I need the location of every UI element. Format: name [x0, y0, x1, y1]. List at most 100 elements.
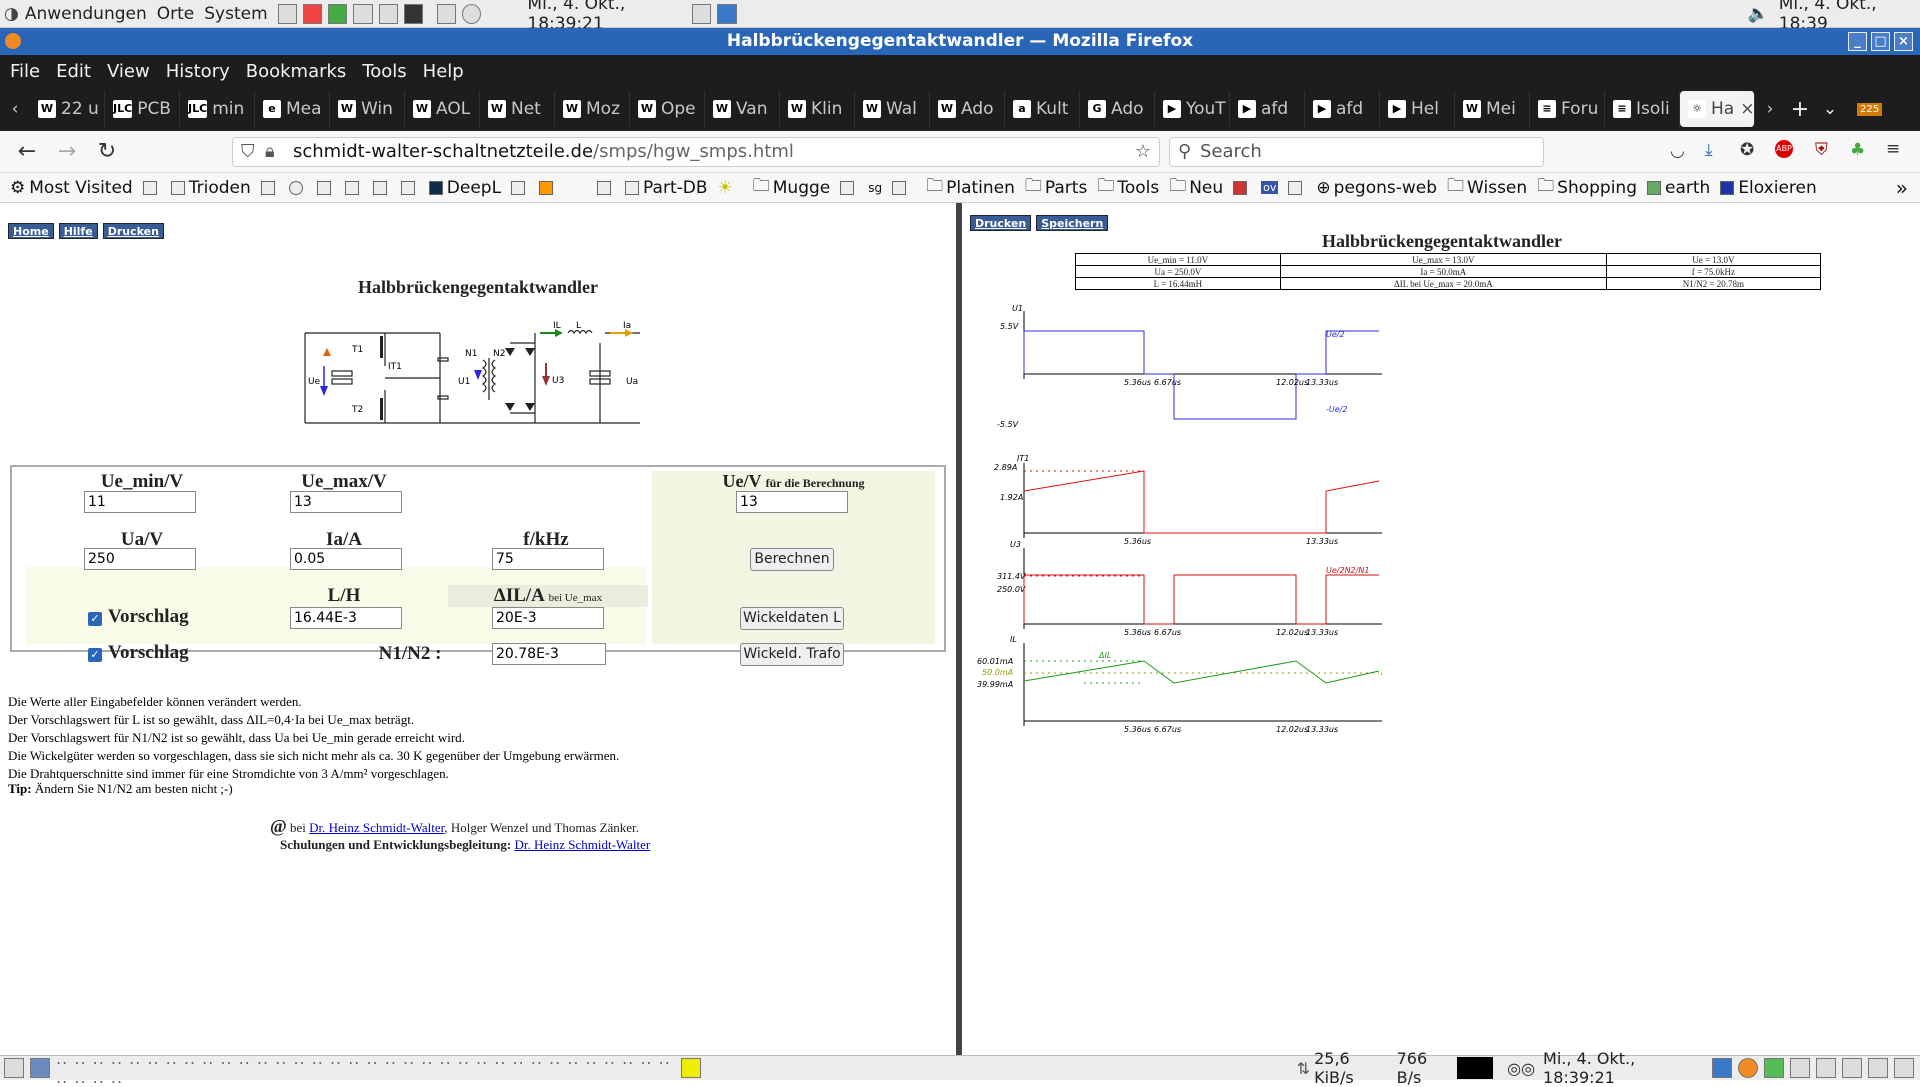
tab[interactable]: W Win — [330, 91, 405, 127]
tab[interactable]: W Van — [705, 91, 780, 127]
bookmark-folder[interactable]: 🗀 Tools — [1097, 173, 1159, 202]
tab[interactable]: ≡ Foru — [1530, 91, 1605, 127]
bookmark-item[interactable] — [316, 180, 335, 195]
bookmark-item[interactable] — [840, 180, 858, 195]
tab[interactable]: ▶ afd — [1305, 91, 1380, 127]
author-link[interactable]: Dr. Heinz Schmidt-Walter — [309, 820, 444, 835]
new-tab-button[interactable]: + — [1785, 97, 1815, 122]
bookmark-item[interactable]: Eloxieren — [1720, 178, 1817, 198]
home-button[interactable]: Home — [8, 223, 54, 239]
bookmark-item[interactable]: ov — [1261, 181, 1279, 194]
bookmarks-overflow-icon[interactable]: » — [1896, 176, 1908, 200]
ua-input[interactable] — [84, 548, 196, 570]
bookmark-item[interactable] — [142, 180, 161, 195]
tab[interactable]: a Kult — [1005, 91, 1080, 127]
tab[interactable]: ☼ Ha × — [1680, 91, 1755, 127]
print-button[interactable]: Drucken — [102, 223, 164, 239]
reload-button[interactable]: ↻ — [94, 139, 120, 165]
tab-scroll-right-icon[interactable]: › — [1755, 99, 1785, 119]
bookmark-item[interactable] — [597, 180, 615, 195]
bookmark-item[interactable]: DeepL — [428, 178, 501, 198]
training-link[interactable]: Dr. Heinz Schmidt-Walter — [514, 837, 650, 852]
tab[interactable]: JLC PCB — [105, 91, 180, 127]
tab[interactable]: W AOL — [405, 91, 480, 127]
folder-icon[interactable] — [1815, 1058, 1836, 1078]
extension-badge[interactable]: 225 — [1857, 102, 1883, 116]
ue-min-input[interactable] — [84, 491, 196, 513]
distro-icon[interactable]: ◑ — [4, 4, 19, 24]
show-desktop-icon[interactable] — [4, 1058, 25, 1078]
bookmark-folder[interactable]: 🗀 Shopping — [1537, 173, 1637, 202]
app-launcher-icon[interactable] — [378, 3, 398, 24]
n-ratio-input[interactable] — [492, 643, 606, 665]
tab[interactable]: W Net — [480, 91, 555, 127]
tab[interactable]: W 22 u — [30, 91, 105, 127]
window-list-icon[interactable] — [30, 1058, 51, 1078]
winding-data-l-button[interactable]: Wickeldaten L — [740, 607, 844, 630]
bookmark-item[interactable] — [1233, 180, 1251, 195]
l-input[interactable] — [290, 607, 402, 629]
menu-bookmarks[interactable]: Bookmarks — [246, 61, 347, 82]
ublock-icon[interactable]: ⛨ — [1815, 140, 1828, 160]
tab-scroll-left-icon[interactable]: ‹ — [0, 99, 30, 119]
window-titlebar[interactable]: Halbbrückengegentaktwandler — Mozilla Fi… — [0, 28, 1920, 55]
search-input[interactable]: ⚲ Search — [1169, 137, 1544, 167]
calculate-button[interactable]: Berechnen — [750, 548, 834, 571]
lock-icon[interactable]: 🔒︎ — [265, 138, 275, 166]
tab[interactable]: W Ado — [930, 91, 1005, 127]
bookmark-folder[interactable]: 🗀 Parts — [1025, 173, 1087, 202]
menu-places[interactable]: Orte — [157, 4, 195, 24]
bookmark-item[interactable] — [260, 180, 279, 195]
tab[interactable]: ▶ YouT — [1155, 91, 1230, 127]
maximize-button[interactable]: □ — [1871, 32, 1890, 51]
help-button[interactable]: Hilfe — [58, 223, 98, 239]
ue-max-input[interactable] — [290, 491, 402, 513]
tab[interactable]: JLC min — [180, 91, 255, 127]
menu-file[interactable]: File — [10, 61, 40, 82]
trash-icon[interactable] — [1893, 1058, 1915, 1078]
bookmark-folder[interactable]: 🗀 Neu — [1169, 173, 1223, 202]
folder-icon[interactable] — [1789, 1058, 1810, 1078]
bookmark-item[interactable] — [400, 180, 419, 195]
taskbar-clock[interactable]: Mi., 4. Okt., 18:39:21 — [1543, 1049, 1696, 1087]
app-icon[interactable] — [1867, 1058, 1888, 1078]
tab[interactable]: W Wal — [855, 91, 930, 127]
folder-icon[interactable] — [1841, 1058, 1862, 1078]
menu-system[interactable]: System — [204, 4, 267, 24]
shield-icon[interactable]: ⛉ — [241, 138, 255, 166]
save-button[interactable]: Speichern — [1036, 215, 1109, 231]
forward-button[interactable]: → — [54, 139, 80, 165]
extension-icon[interactable]: ♣ — [1850, 140, 1865, 160]
bookmark-folder[interactable]: 🗀 Wissen — [1447, 173, 1527, 202]
app-launcher-icon[interactable] — [353, 3, 373, 24]
save-icon[interactable] — [692, 3, 712, 24]
bookmark-item[interactable]: ⚙ Most Visited — [10, 178, 133, 198]
bookmark-folder[interactable]: 🗀 Platinen — [926, 173, 1015, 202]
bookmark-item[interactable] — [511, 180, 529, 195]
bookmark-item[interactable]: Part-DB — [625, 178, 708, 198]
app-icon[interactable] — [1711, 1058, 1732, 1078]
monitor-icon[interactable] — [717, 3, 737, 24]
f-input[interactable] — [492, 548, 604, 570]
app-launcher-icon[interactable] — [302, 3, 323, 24]
app-launcher-icon[interactable] — [328, 3, 348, 24]
back-button[interactable]: ← — [14, 139, 40, 165]
bookmark-item[interactable] — [539, 180, 557, 195]
bookmark-item[interactable] — [1288, 180, 1306, 195]
bookmark-item[interactable]: sg — [868, 181, 882, 195]
menu-history[interactable]: History — [166, 61, 230, 82]
tab[interactable]: G Ado — [1080, 91, 1155, 127]
tab[interactable]: W Mei — [1455, 91, 1530, 127]
menu-edit[interactable]: Edit — [56, 61, 91, 82]
ue-input[interactable] — [736, 491, 848, 513]
terminal-icon[interactable] — [403, 3, 423, 24]
menu-applications[interactable]: Anwendungen — [25, 4, 147, 24]
firefox-icon[interactable] — [1737, 1058, 1758, 1078]
app-launcher-icon[interactable] — [277, 3, 297, 24]
winding-data-trafo-button[interactable]: Wickeld. Trafo — [740, 643, 844, 666]
menu-view[interactable]: View — [107, 61, 150, 82]
pocket-icon[interactable]: ◡ — [1670, 141, 1685, 161]
tab[interactable]: W Ope — [630, 91, 705, 127]
bookmark-item[interactable] — [372, 180, 391, 195]
list-all-tabs-icon[interactable]: ⌄ — [1815, 99, 1845, 119]
